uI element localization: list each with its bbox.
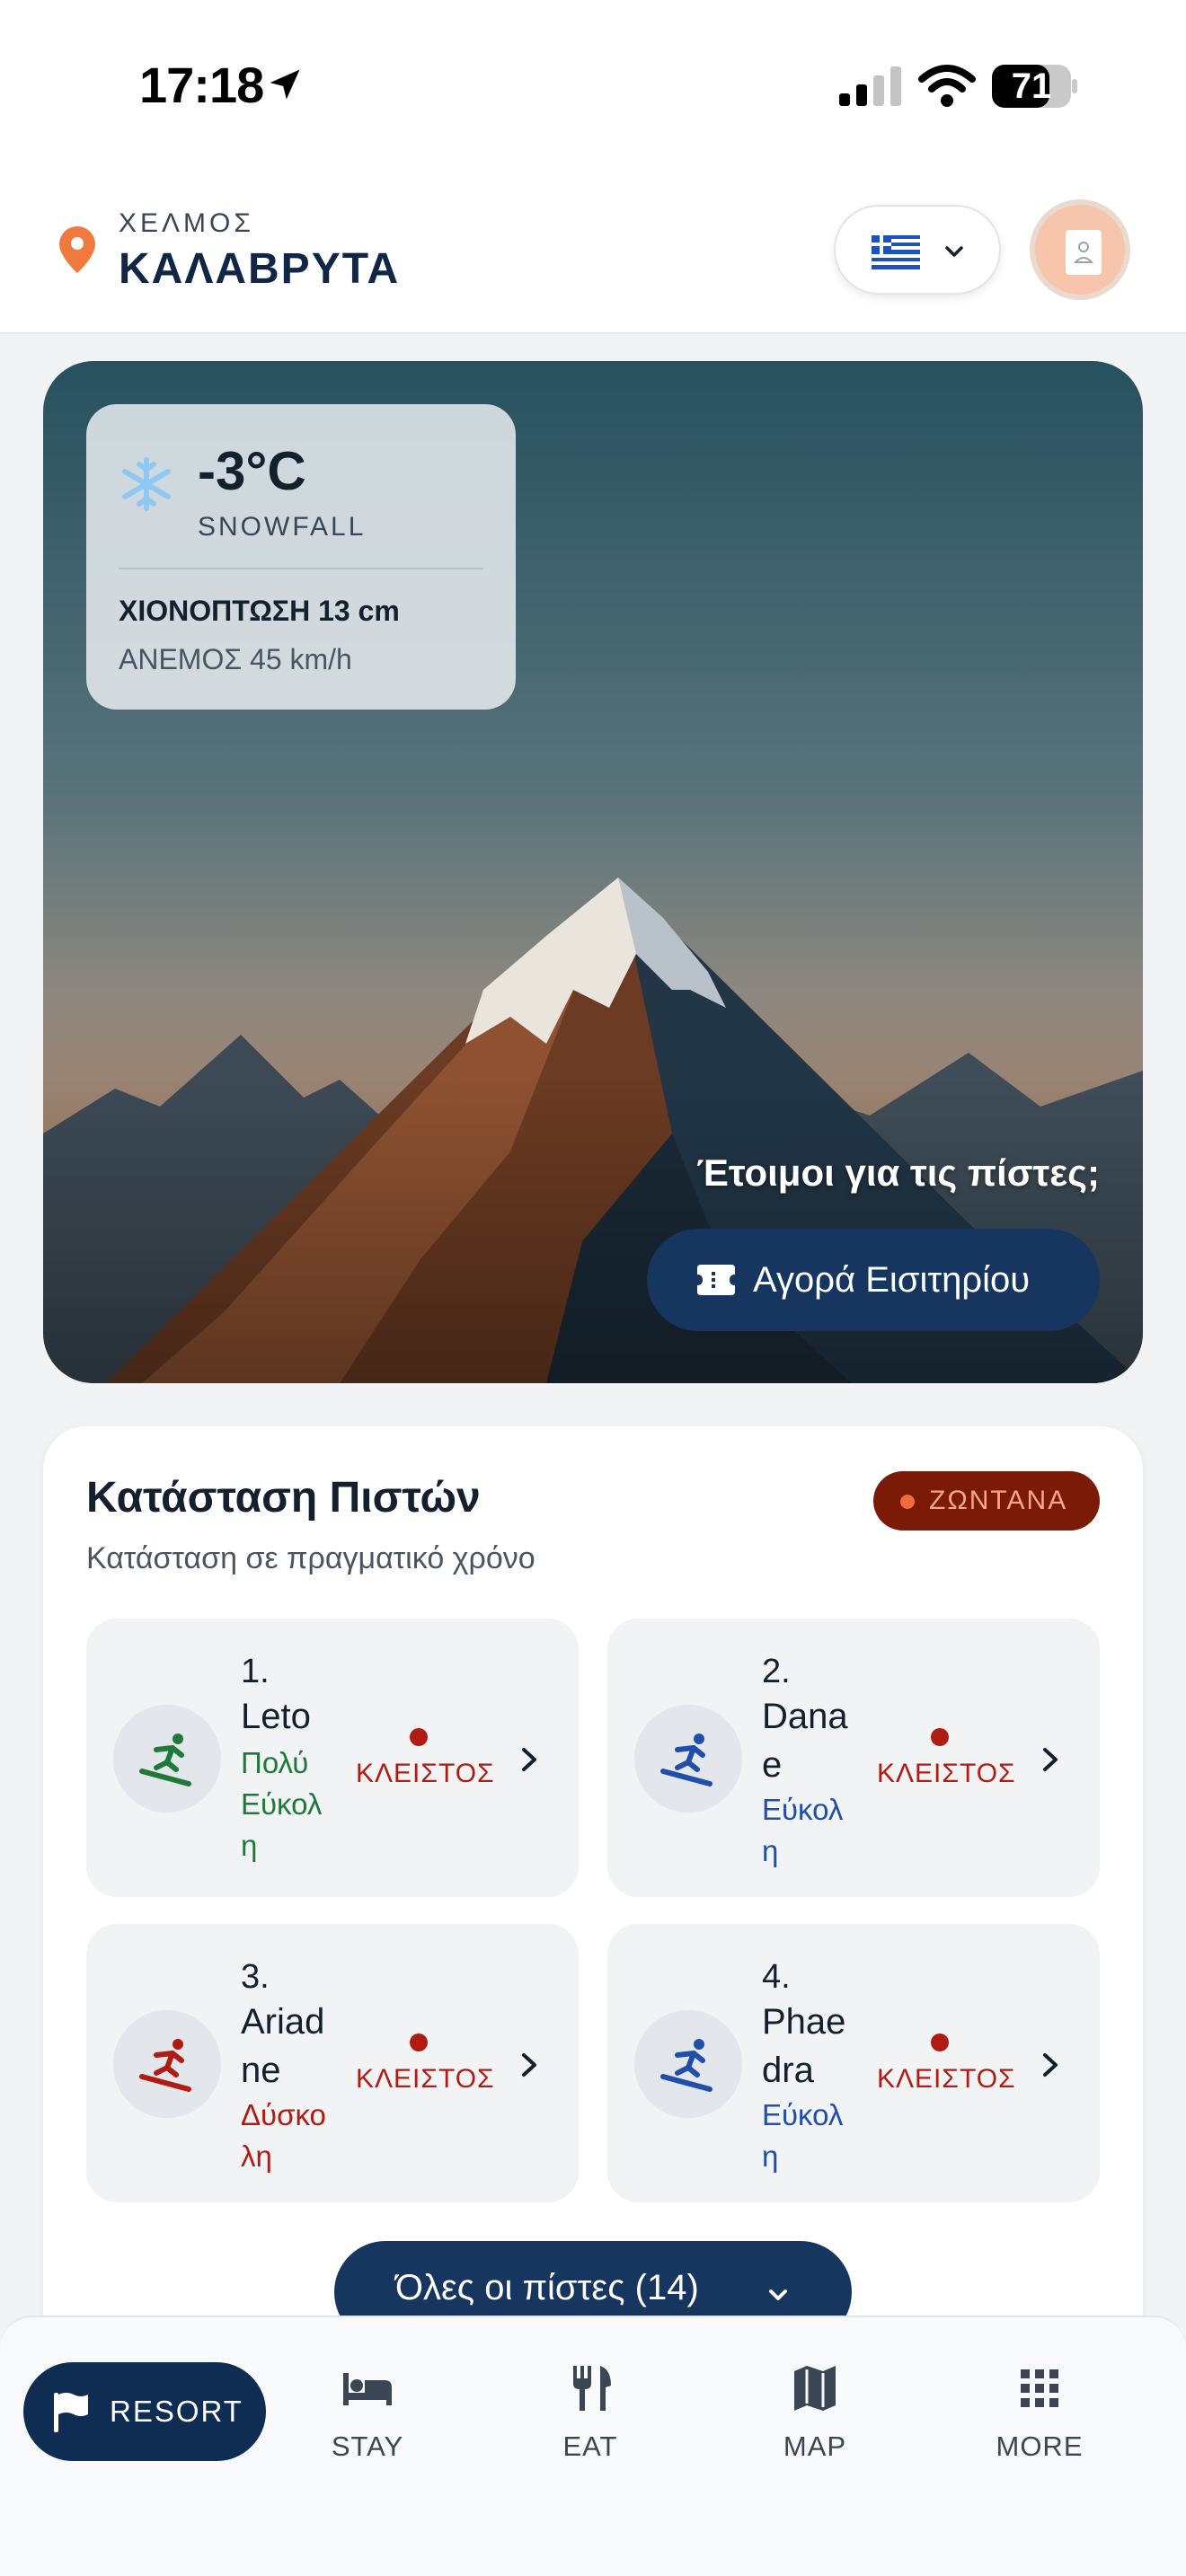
utensils-icon	[573, 2366, 611, 2411]
slope-difficulty: Εύκολη	[762, 2098, 844, 2173]
divider	[119, 568, 483, 569]
chevron-right-icon	[522, 2053, 536, 2077]
status-bar: 17:18 71	[0, 0, 1186, 171]
chevron-right-icon	[522, 1748, 536, 1771]
app-header: ΧΕΛΜΟΣ ΚΑΛΑΒΡΥΤΑ	[0, 171, 1186, 334]
bottom-navigation: RESORT STAY EAT MAP MORE	[0, 2316, 1186, 2576]
buy-ticket-button[interactable]: Αγορά Εισιτηρίου	[647, 1229, 1100, 1331]
slope-status: ΚΛΕΙΣΤΟΣ	[356, 2064, 495, 2094]
section-title: Κατάσταση Πιστών	[86, 1474, 481, 1522]
temperature: -3°C	[198, 441, 306, 501]
slope-status: ΚΛΕΙΣΤΟΣ	[877, 1759, 1016, 1788]
chevron-down-icon	[945, 246, 963, 257]
slope-difficulty: Πολύ Εύκολη	[241, 1746, 323, 1862]
town-title: ΚΑΛΑΒΡΥΤΑ	[119, 245, 401, 293]
slope-icon-badge	[634, 1705, 742, 1813]
slope-difficulty: Εύκολη	[762, 1793, 844, 1867]
slope-name: Ariadne	[241, 2002, 325, 2090]
hero-banner: -3°C SNOWFALL ΧΙΟΝΟΠΤΩΣΗ 13 cm ΑΝΕΜΟΣ 45…	[43, 361, 1143, 1383]
snowfall-amount: ΧΙΟΝΟΠΤΩΣΗ 13 cm	[119, 595, 400, 627]
weather-card: -3°C SNOWFALL ΧΙΟΝΟΠΤΩΣΗ 13 cm ΑΝΕΜΟΣ 45…	[86, 404, 516, 710]
slope-number: 4.	[762, 1958, 791, 1996]
status-dot	[931, 1728, 949, 1746]
chevron-down-icon	[769, 2289, 787, 2300]
skier-icon	[139, 1734, 191, 1786]
ticket-icon	[697, 1265, 735, 1295]
status-dot	[410, 1728, 428, 1746]
section-subtitle: Κατάσταση σε πραγματικό χρόνο	[86, 1541, 535, 1575]
skier-icon	[660, 2039, 712, 2092]
live-badge: ΖΩΝΤΑΝΑ	[873, 1471, 1100, 1531]
signal-icon	[839, 66, 901, 106]
map-pin-icon	[59, 226, 95, 273]
slope-card-leto[interactable]: 1. Leto Πολύ Εύκολη ΚΛΕΙΣΤΟΣ	[86, 1619, 579, 1897]
snowflake-icon	[122, 457, 171, 511]
skier-icon	[139, 2039, 191, 2092]
buy-ticket-label: Αγορά Εισιτηρίου	[753, 1260, 1031, 1300]
avatar-icon	[1066, 230, 1102, 275]
language-selector[interactable]	[834, 205, 1001, 295]
region-label: ΧΕΛΜΟΣ	[119, 208, 254, 238]
status-dot	[931, 2033, 949, 2051]
grid-icon	[1021, 2369, 1058, 2407]
bed-icon	[343, 2373, 392, 2405]
slope-difficulty: Δύσκολη	[241, 2098, 326, 2173]
nav-map[interactable]: MAP	[748, 2362, 882, 2470]
all-slopes-label: Όλες οι πίστες (14)	[395, 2268, 699, 2307]
wifi-icon	[918, 65, 976, 107]
slope-number: 3.	[241, 1958, 270, 1996]
nav-stay-label: STAY	[331, 2430, 404, 2462]
chevron-right-icon	[1043, 2053, 1058, 2077]
battery-level: 71	[1011, 66, 1052, 106]
location-arrow-icon	[270, 69, 300, 100]
slope-number: 2.	[762, 1653, 791, 1690]
nav-resort-label: RESORT	[110, 2395, 243, 2428]
live-dot	[900, 1495, 915, 1509]
slope-number: 1.	[241, 1653, 270, 1690]
map-icon	[794, 2366, 836, 2411]
skier-icon	[660, 1734, 712, 1786]
status-dot	[410, 2033, 428, 2051]
live-label: ΖΩΝΤΑΝΑ	[929, 1486, 1068, 1515]
slope-icon-badge	[634, 2010, 742, 2118]
slope-status: ΚΛΕΙΣΤΟΣ	[356, 1759, 495, 1788]
nav-more[interactable]: MORE	[972, 2362, 1107, 2470]
slope-status: ΚΛΕΙΣΤΟΣ	[877, 2064, 1016, 2094]
slope-name: Phaedra	[762, 2002, 846, 2090]
flag-icon	[54, 2393, 88, 2432]
slope-name: Leto	[241, 1697, 311, 1736]
hero-prompt: Έτοιμοι για τις πίστες;	[696, 1151, 1100, 1194]
wind-speed: ΑΝΕΜΟΣ 45 km/h	[119, 643, 352, 675]
nav-stay[interactable]: STAY	[300, 2362, 435, 2470]
nav-more-label: MORE	[996, 2430, 1084, 2462]
status-time: 17:18	[139, 57, 264, 113]
nav-map-label: MAP	[783, 2430, 847, 2462]
slope-card-phaedra[interactable]: 4. Phaedra Εύκολη ΚΛΕΙΣΤΟΣ	[607, 1924, 1100, 2202]
slope-icon-badge	[113, 1705, 221, 1813]
nav-eat[interactable]: EAT	[523, 2362, 658, 2470]
slope-card-ariadne[interactable]: 3. Ariadne Δύσκολη ΚΛΕΙΣΤΟΣ	[86, 1924, 579, 2202]
slope-name: Danae	[762, 1697, 848, 1785]
slope-card-danae[interactable]: 2. Danae Εύκολη ΚΛΕΙΣΤΟΣ	[607, 1619, 1100, 1897]
chevron-right-icon	[1043, 1748, 1058, 1771]
greek-flag-icon	[872, 235, 920, 269]
nav-resort[interactable]: RESORT	[23, 2362, 266, 2461]
nav-eat-label: EAT	[562, 2430, 618, 2462]
avatar[interactable]	[1030, 199, 1130, 300]
slope-icon-badge	[113, 2010, 221, 2118]
weather-condition: SNOWFALL	[198, 512, 367, 542]
